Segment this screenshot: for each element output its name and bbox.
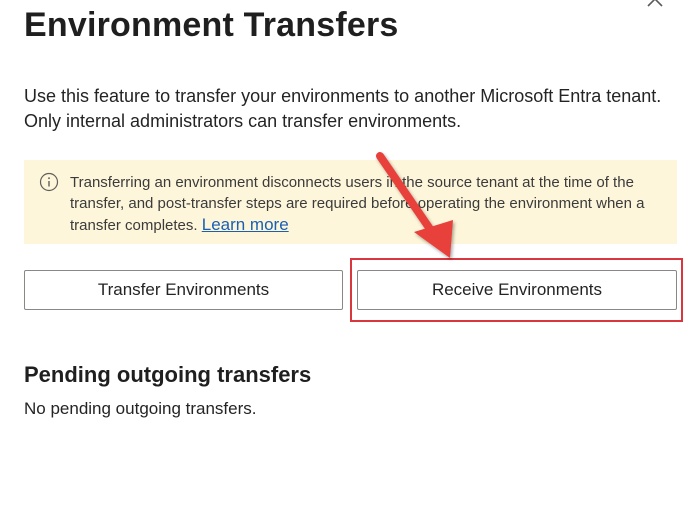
warning-message: Transferring an environment disconnects … (70, 174, 645, 234)
receive-environments-button[interactable]: Receive Environments (357, 270, 677, 310)
transfer-environments-button[interactable]: Transfer Environments (24, 270, 343, 310)
warning-banner: Transferring an environment disconnects … (24, 160, 677, 244)
pending-transfers-empty-text: No pending outgoing transfers. (24, 399, 257, 418)
learn-more-link[interactable]: Learn more (202, 215, 289, 234)
page-title: Environment Transfers (24, 6, 399, 44)
environment-transfers-panel: Environment Transfers Use this feature t… (0, 0, 699, 520)
info-icon (39, 172, 59, 192)
warning-text: Transferring an environment disconnects … (70, 172, 666, 236)
pending-transfers-title: Pending outgoing transfers (24, 362, 312, 387)
feature-description: Use this feature to transfer your enviro… (24, 86, 662, 131)
close-button[interactable] (640, 0, 670, 12)
close-icon (647, 0, 663, 7)
